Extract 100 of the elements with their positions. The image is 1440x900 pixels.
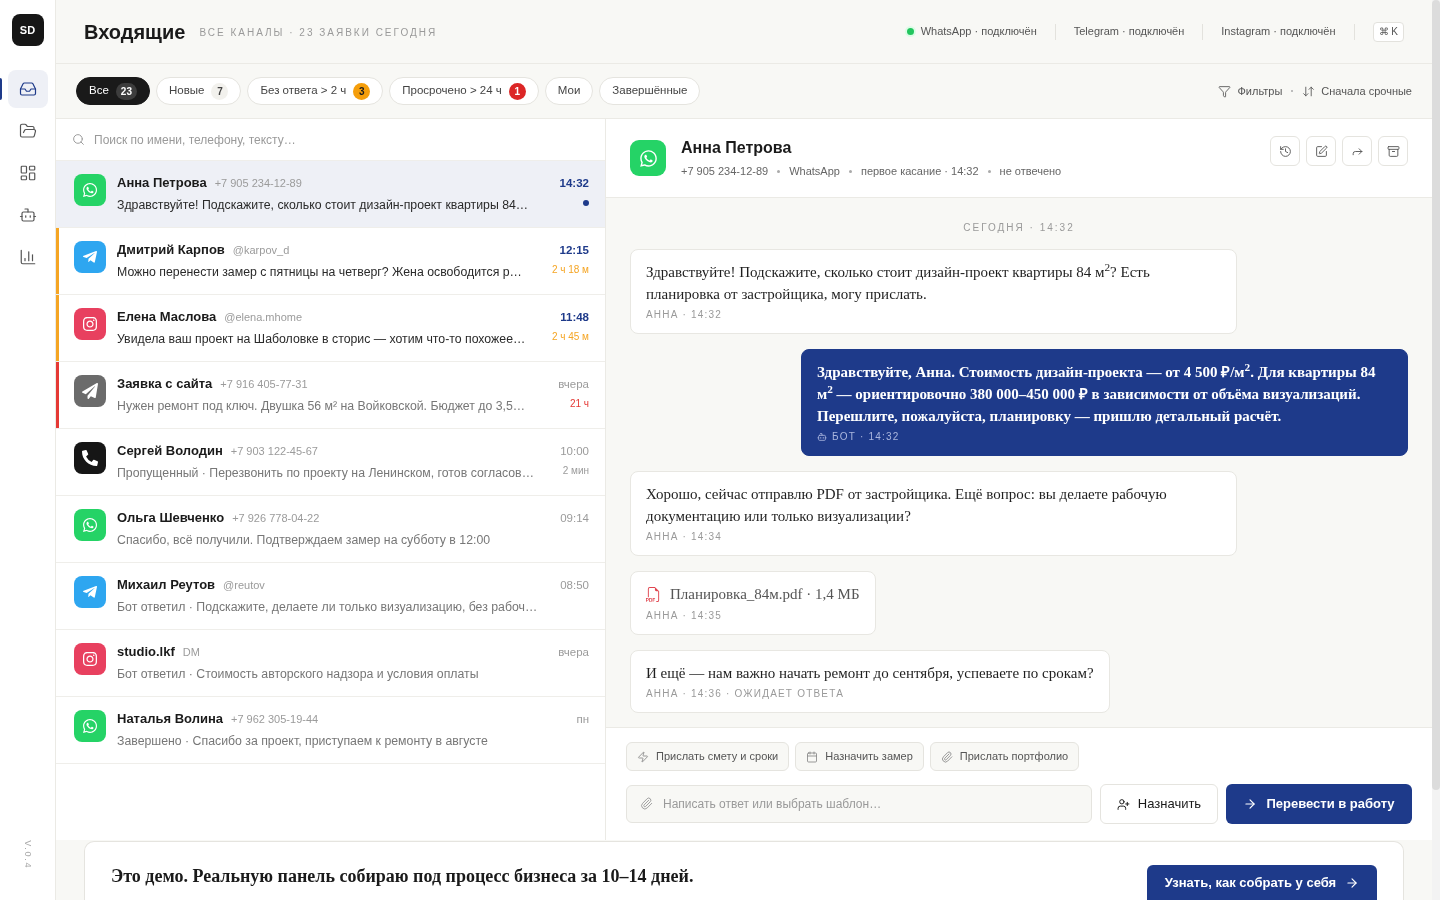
message-preview: Бот ответил · Подскажите, делаете ли только визуализацию, без рабоч… (117, 599, 538, 616)
filters-button[interactable]: Фильтры (1218, 82, 1283, 100)
arrow-right-icon (1243, 797, 1258, 811)
message-meta: АННА · 14:32 (646, 308, 723, 321)
count-badge: 23 (115, 82, 137, 100)
contact-meta: +7 905 234-12-89 (681, 164, 769, 178)
shortcut-key[interactable]: ⌘ K (1372, 21, 1404, 42)
contact-name: Заявка с сайта (117, 375, 213, 394)
dashboard-icon (18, 164, 37, 182)
file-name[interactable]: Планировка_84м.pdf · 1,4 МБ (670, 583, 860, 605)
contact-meta: WhatsApp (789, 164, 840, 178)
wait-time: 2 ч 45 м (551, 330, 589, 344)
message-preview: Завершено · Спасибо за проект, приступаем к ремонту в августе (117, 733, 488, 750)
channel-status: Instagram · подключён (1221, 24, 1336, 40)
filter-icon (1218, 84, 1232, 98)
paperclip-icon (940, 750, 953, 763)
arrow-right-icon (1345, 876, 1360, 890)
quick-reply-button[interactable]: Прислать портфолио (929, 742, 1080, 771)
filter-tab[interactable]: Без ответа > 2 ч 3 (247, 77, 384, 105)
archive-button[interactable] (1378, 136, 1408, 166)
filter-tab[interactable]: Просрочено > 24 ч 1 (389, 77, 539, 105)
contact-handle: +7 903 122-45-67 (230, 443, 318, 459)
bullet-icon (848, 169, 852, 173)
conversation-item[interactable]: Елена Маслова @elena.mhome Увидела ваш проект на Шаболовке в сторис — хотим что-то похожее… 11:48 2 ч 45 м (56, 295, 605, 362)
message-text: И ещё — нам важно начать ремонт до сентября, успеваете по срокам? (646, 664, 1094, 683)
message-meta: АННА · 14:35 (646, 609, 723, 622)
contact-handle: +7 905 234-12-89 (214, 175, 302, 191)
user-plus-icon (1116, 797, 1130, 811)
logo[interactable]: SD (11, 14, 44, 46)
contact-handle: @karpov_d (232, 242, 290, 258)
channel-status: Telegram · подключён (1073, 24, 1185, 40)
page-subtitle: ВСЕ КАНАЛЫ · 23 ЗАЯВКИ СЕГОДНЯ (199, 25, 438, 40)
contact-name: Сергей Володин (117, 442, 223, 461)
folder-icon (18, 122, 37, 140)
edit-button[interactable] (1306, 136, 1336, 166)
inbox-icon (18, 80, 37, 98)
contact-meta: первое касание · 14:32 (860, 164, 979, 178)
conversation-item[interactable]: Заявка с сайта +7 916 405-77-31 Нужен ремонт под ключ. Двушка 56 м² на Войковской. Бюджет до 3,5… вчера 21 ч (56, 362, 605, 429)
filter-tab[interactable]: Мои (544, 77, 594, 105)
telegram-icon (74, 576, 106, 608)
message-meta: АННА · 14:36 · ОЖИДАЕТ ОТВЕТА (646, 687, 845, 700)
assign-button[interactable]: Назначить (1100, 784, 1218, 824)
wait-time: 2 мин (562, 464, 589, 478)
whatsapp-icon (630, 140, 666, 176)
whatsapp-icon (74, 710, 106, 742)
count-badge: 3 (353, 82, 371, 100)
pdf-file-icon (646, 586, 661, 602)
page-title: Входящие (84, 19, 186, 44)
filter-tab[interactable]: Все 23 (76, 77, 150, 105)
message-preview: Бот ответил · Стоимость авторского надзора и условия оплаты (117, 666, 479, 683)
edit-icon (1314, 144, 1328, 158)
wait-time: 21 ч (569, 397, 589, 411)
message-time: 09:14 (560, 511, 589, 526)
contact-name: Дмитрий Карпов (117, 241, 225, 260)
message-preview: Пропущенный · Перезвонить по проекту на Ленинском, готов согласов… (117, 465, 534, 482)
quick-reply-button[interactable]: Прислать смету и сроки (626, 742, 790, 771)
bot-icon (18, 206, 37, 224)
message-preview: Увидела ваш проект на Шаболовке в сторис — хотим что-то похожее… (117, 331, 526, 348)
sort-icon (1302, 84, 1316, 98)
message-text: Здравствуйте, Анна. Стоимость дизайн-проекта — от 4 500 ₽/м$^{2}$. Для квартиры 84 м$^{2}$ — ориентировочно 380 000–450 000 ₽ в зависимости от объёма визуализаций. Перешлите, пожалуйста, планировку — пришлю детальный расчёт. (817, 361, 1377, 426)
version-label: V.0.4 (22, 840, 35, 870)
message-time: 11:48 (560, 310, 589, 325)
reply-input[interactable]: Написать ответ или выбрать шаблон… (626, 785, 1092, 823)
message-text: Хорошо, сейчас отправлю PDF от застройщика. Ещё вопрос: вы делаете рабочую документацию или только визуализации? (646, 485, 1168, 526)
filter-tab[interactable]: Новые 7 (155, 77, 242, 105)
bullet-icon (987, 169, 991, 173)
conversation-item[interactable]: Дмитрий Карпов @karpov_d Можно перенести замер с пятницы на четверг? Жена освободится р… 12:15 2 ч 18 м (56, 228, 605, 295)
contact-handle: +7 962 305-19-44 (231, 711, 319, 727)
primary-button[interactable]: Перевести в работу (1226, 784, 1412, 824)
instagram-icon (74, 308, 106, 340)
message-time: вчера (558, 645, 589, 660)
banner-button[interactable]: Узнать, как собрать у себя (1147, 865, 1377, 900)
message-time: 14:32 (559, 176, 589, 191)
sort-button[interactable]: Сначала срочные (1302, 82, 1412, 100)
lightning-icon (637, 750, 649, 763)
contact-name: Ольга Шевченко (117, 509, 225, 528)
archive-icon (1386, 144, 1400, 158)
bar-chart-icon (18, 248, 37, 266)
quick-reply-button[interactable]: Назначить замер (795, 742, 924, 771)
date-divider: СЕГОДНЯ · 14:32 (963, 221, 1075, 235)
scrollbar-thumb[interactable] (1432, 0, 1440, 790)
contact-name: studio.lkf (117, 643, 175, 662)
nav-item[interactable] (7, 70, 48, 108)
history-icon (1278, 144, 1292, 158)
contact-handle: +7 916 405-77-31 (220, 376, 308, 392)
filter-tab[interactable]: Завершённые (599, 77, 701, 105)
contact-name: Наталья Волина (117, 710, 223, 729)
message-time: 08:50 (560, 578, 589, 593)
count-badge: 7 (211, 82, 229, 100)
conversation-item[interactable]: Анна Петрова +7 905 234-12-89 Здравствуйте! Подскажите, сколько стоит дизайн-проект квартиры 84… 14:32 (56, 161, 605, 228)
contact-name: Анна Петрова (117, 174, 207, 193)
message-time: 10:00 (560, 444, 589, 459)
contact-handle: @reutov (223, 577, 265, 593)
count-badge: 1 (508, 82, 526, 100)
instagram-icon (74, 643, 106, 675)
contact-handle: +7 926 778-04-22 (232, 510, 320, 526)
message-preview: Нужен ремонт под ключ. Двушка 56 м² на Войковской. Бюджет до 3,5… (117, 398, 526, 415)
history-button[interactable] (1270, 136, 1300, 166)
search-field[interactable]: Поиск по имени, телефону, тексту… (56, 119, 605, 160)
message-preview: Спасибо, всё получили. Подтверждаем замер на субботу в 12:00 (117, 532, 491, 549)
